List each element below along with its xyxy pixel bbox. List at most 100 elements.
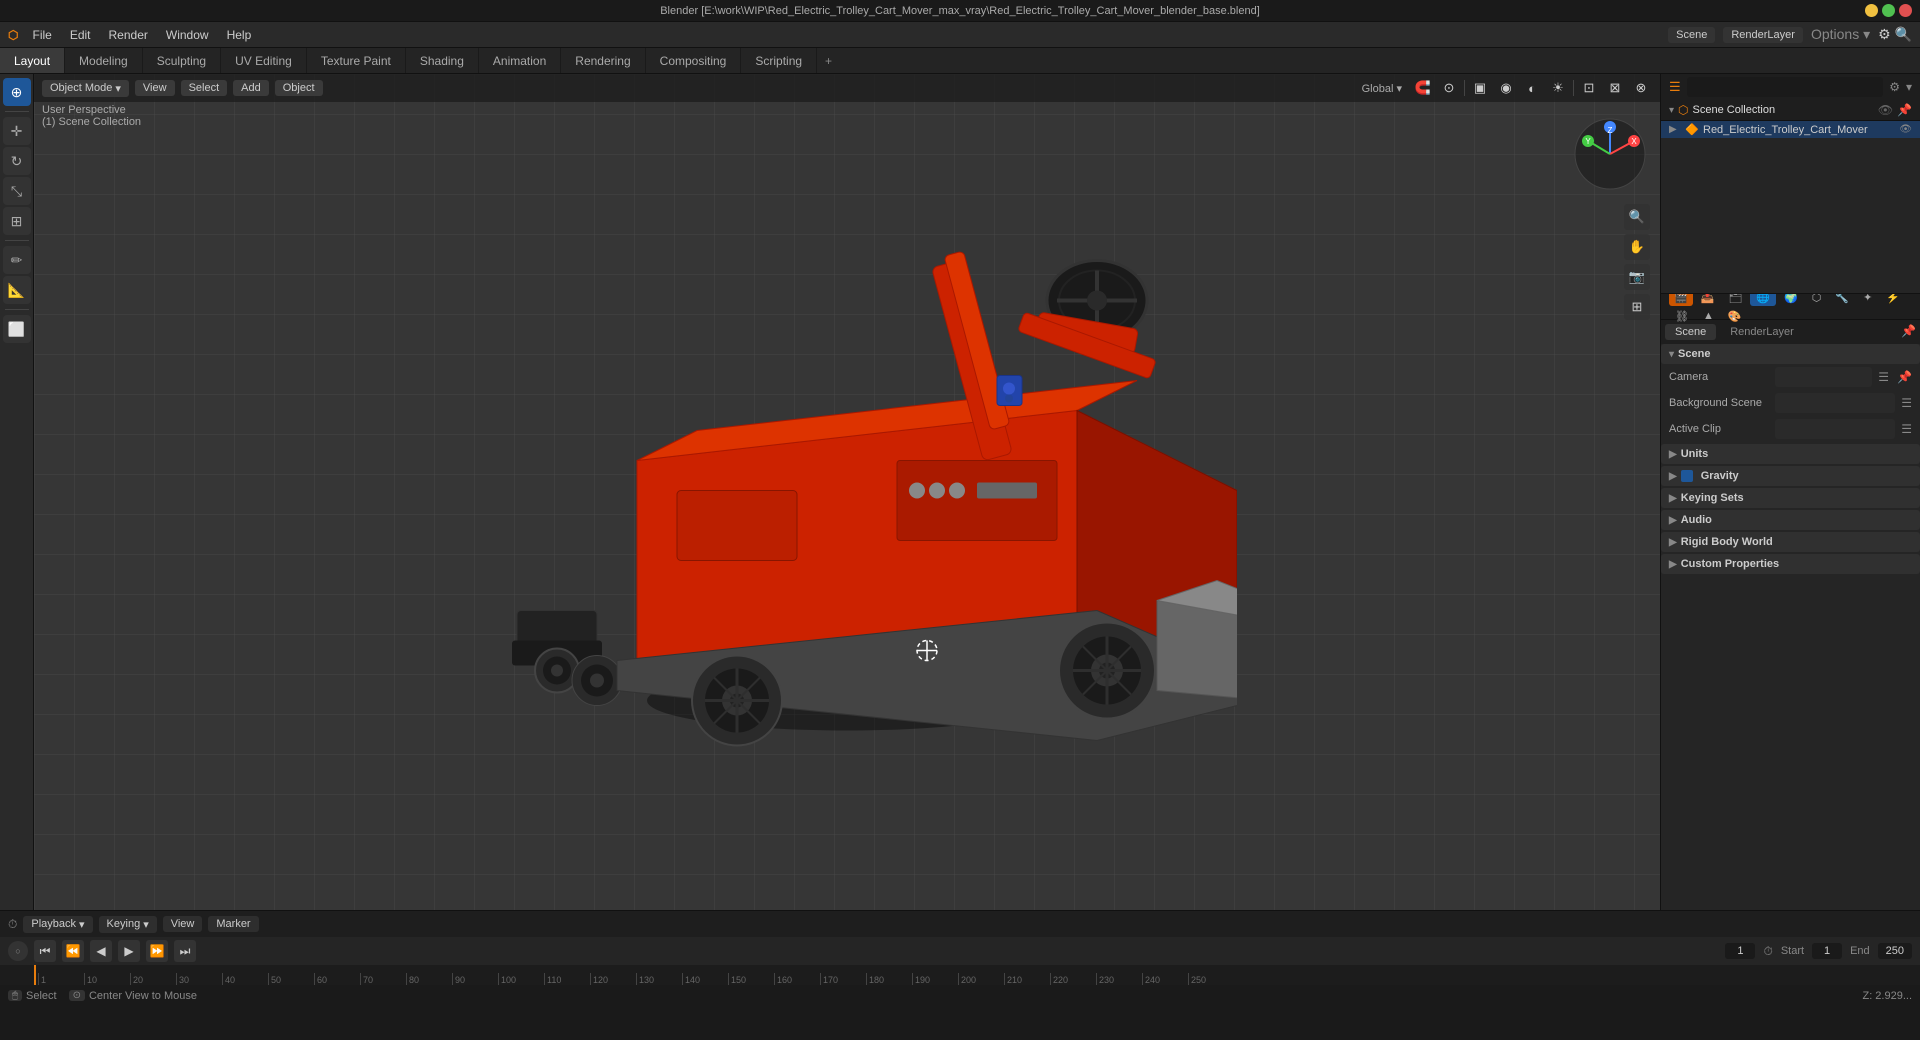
tab-texture-paint[interactable]: Texture Paint bbox=[307, 48, 406, 73]
add-object-tool[interactable]: ⬜ bbox=[3, 315, 31, 343]
solid-view-button active[interactable]: ◉ bbox=[1495, 77, 1517, 99]
menu-help[interactable]: Help bbox=[219, 26, 260, 44]
prop-tab-world[interactable]: 🌍 bbox=[1778, 294, 1804, 306]
play-button[interactable]: ▶ bbox=[118, 940, 140, 962]
hand-tool-button[interactable]: ✋ bbox=[1624, 234, 1650, 260]
menu-edit[interactable]: Edit bbox=[62, 26, 99, 44]
prop-tab-output[interactable]: 📤 bbox=[1695, 294, 1721, 306]
menu-render[interactable]: Render bbox=[101, 26, 156, 44]
rotate-tool[interactable]: ↻ bbox=[3, 147, 31, 175]
tab-scripting[interactable]: Scripting bbox=[741, 48, 817, 73]
audio-section-header[interactable]: ▶ Audio bbox=[1661, 510, 1920, 530]
wireframe-view-button[interactable]: ▣ bbox=[1469, 77, 1491, 99]
tab-layout[interactable]: Layout bbox=[0, 48, 65, 73]
xray-button[interactable]: ⊠ bbox=[1604, 77, 1626, 99]
scale-tool[interactable]: ⤡ bbox=[3, 177, 31, 205]
camera-browse-icon[interactable]: ☰ bbox=[1878, 370, 1889, 384]
scene-collection-expand[interactable]: ▾ bbox=[1669, 105, 1674, 116]
bg-scene-value[interactable] bbox=[1775, 393, 1895, 413]
prev-keyframe-button[interactable]: ⏪ bbox=[62, 940, 84, 962]
tab-rendering[interactable]: Rendering bbox=[561, 48, 645, 73]
blender-logo[interactable]: ⬡ bbox=[8, 28, 18, 42]
outliner-item-trolley[interactable]: ▶ 🔶 Red_Electric_Trolley_Cart_Mover 👁 bbox=[1661, 121, 1920, 138]
jump-to-end-button[interactable]: ⏭ bbox=[174, 940, 196, 962]
outliner-filter-icon[interactable]: ⚙ bbox=[1889, 80, 1900, 94]
prop-tab-particles[interactable]: ✦ bbox=[1857, 294, 1878, 306]
prop-tab-view-layer[interactable]: 🗂 bbox=[1722, 294, 1748, 306]
snap-button[interactable]: 🧲 bbox=[1412, 77, 1434, 99]
bg-scene-icon[interactable]: ☰ bbox=[1901, 396, 1912, 410]
renderlayer-tab[interactable]: RenderLayer bbox=[1720, 324, 1804, 340]
prop-tab-render[interactable]: 🎬 bbox=[1669, 294, 1693, 306]
timeline-ruler[interactable]: 1 10 20 30 40 50 60 70 80 90 100 110 120… bbox=[0, 965, 1920, 985]
view-menu-timeline[interactable]: View bbox=[163, 916, 203, 932]
gizmo-button[interactable]: ⊗ bbox=[1630, 77, 1652, 99]
tab-shading[interactable]: Shading bbox=[406, 48, 479, 73]
object-mode-dropdown[interactable]: Object Mode ▾ bbox=[42, 80, 129, 97]
marker-menu[interactable]: Marker bbox=[208, 916, 258, 932]
item-visibility[interactable]: 👁 bbox=[1899, 124, 1912, 135]
transform-tool[interactable]: ⊞ bbox=[3, 207, 31, 235]
minimize-button[interactable] bbox=[1865, 4, 1878, 17]
play-reverse-button[interactable]: ◀ bbox=[90, 940, 112, 962]
add-menu[interactable]: Add bbox=[233, 80, 269, 96]
keying-menu[interactable]: Keying▾ bbox=[99, 916, 157, 933]
maximize-button[interactable] bbox=[1882, 4, 1895, 17]
camera-view-button[interactable]: 📷 bbox=[1624, 264, 1650, 290]
options-label[interactable]: Options ▾ bbox=[1811, 26, 1870, 43]
measure-tool[interactable]: 📐 bbox=[3, 276, 31, 304]
viewport[interactable]: Object Mode ▾ View Select Add Object Glo… bbox=[34, 74, 1660, 910]
prop-tab-material[interactable]: 🎨 bbox=[1722, 308, 1748, 325]
axis-gizmo[interactable]: Z X Y bbox=[1570, 114, 1650, 194]
object-menu[interactable]: Object bbox=[275, 80, 323, 96]
proportional-edit-button[interactable]: ⊙ bbox=[1438, 77, 1460, 99]
select-menu[interactable]: Select bbox=[181, 80, 228, 96]
jump-to-start-button[interactable]: ⏮ bbox=[34, 940, 56, 962]
tab-sculpting[interactable]: Sculpting bbox=[143, 48, 221, 73]
tab-compositing[interactable]: Compositing bbox=[646, 48, 742, 73]
active-clip-icon[interactable]: ☰ bbox=[1901, 422, 1912, 436]
rendered-view-button[interactable]: ☀ bbox=[1547, 77, 1569, 99]
prop-tab-constraints[interactable]: ⛓ bbox=[1669, 308, 1695, 325]
cursor-tool[interactable]: ⊕ bbox=[3, 78, 31, 106]
overlay-button[interactable]: ⊡ bbox=[1578, 77, 1600, 99]
prop-tab-data[interactable]: ▲ bbox=[1697, 308, 1720, 324]
global-dropdown[interactable]: Global ▾ bbox=[1362, 82, 1402, 95]
playback-menu[interactable]: Playback▾ bbox=[23, 916, 92, 933]
outliner-search[interactable] bbox=[1687, 77, 1884, 97]
next-keyframe-button[interactable]: ⏩ bbox=[146, 940, 168, 962]
outliner-visibility-icon[interactable]: 👁 bbox=[1878, 103, 1893, 117]
keying-sets-header[interactable]: ▶ Keying Sets bbox=[1661, 488, 1920, 508]
outliner-pin-icon[interactable]: 📌 bbox=[1897, 103, 1912, 117]
prop-tab-modifier[interactable]: 🔧 bbox=[1829, 294, 1855, 306]
tab-modeling[interactable]: Modeling bbox=[65, 48, 143, 73]
scene-section-header[interactable]: ▾ Scene bbox=[1661, 344, 1920, 364]
move-tool[interactable]: ✛ bbox=[3, 117, 31, 145]
start-frame-input[interactable]: 1 bbox=[1812, 943, 1842, 959]
rigid-body-header[interactable]: ▶ Rigid Body World bbox=[1661, 532, 1920, 552]
tab-uv-editing[interactable]: UV Editing bbox=[221, 48, 307, 73]
current-frame-display[interactable]: 1 bbox=[1725, 943, 1755, 959]
item-expand-icon[interactable]: ▶ bbox=[1669, 124, 1681, 135]
active-clip-value[interactable] bbox=[1775, 419, 1895, 439]
scene-tab[interactable]: Scene bbox=[1665, 324, 1716, 340]
outliner-options-icon[interactable]: ▾ bbox=[1906, 80, 1912, 94]
tab-animation[interactable]: Animation bbox=[479, 48, 561, 73]
end-frame-input[interactable]: 250 bbox=[1878, 943, 1912, 959]
close-button[interactable] bbox=[1899, 4, 1912, 17]
pin-icon[interactable]: 📌 bbox=[1901, 324, 1916, 340]
units-section-header[interactable]: ▶ Units bbox=[1661, 444, 1920, 464]
annotate-tool[interactable]: ✏ bbox=[3, 246, 31, 274]
view-menu[interactable]: View bbox=[135, 80, 175, 96]
camera-value[interactable] bbox=[1775, 367, 1872, 387]
prop-tab-scene[interactable]: 🌐 bbox=[1750, 294, 1776, 306]
display-settings-button[interactable]: ⊞ bbox=[1624, 294, 1650, 320]
scene-selector[interactable]: Scene bbox=[1668, 27, 1715, 43]
camera-pin-icon[interactable]: 📌 bbox=[1897, 370, 1912, 384]
menu-file[interactable]: File bbox=[24, 26, 59, 44]
gravity-section-header[interactable]: ▶ Gravity bbox=[1661, 466, 1920, 486]
gravity-checkbox[interactable] bbox=[1681, 470, 1693, 482]
menu-window[interactable]: Window bbox=[158, 26, 217, 44]
zoom-in-button[interactable]: 🔍 bbox=[1624, 204, 1650, 230]
material-preview-button[interactable]: ◐ bbox=[1521, 77, 1543, 99]
